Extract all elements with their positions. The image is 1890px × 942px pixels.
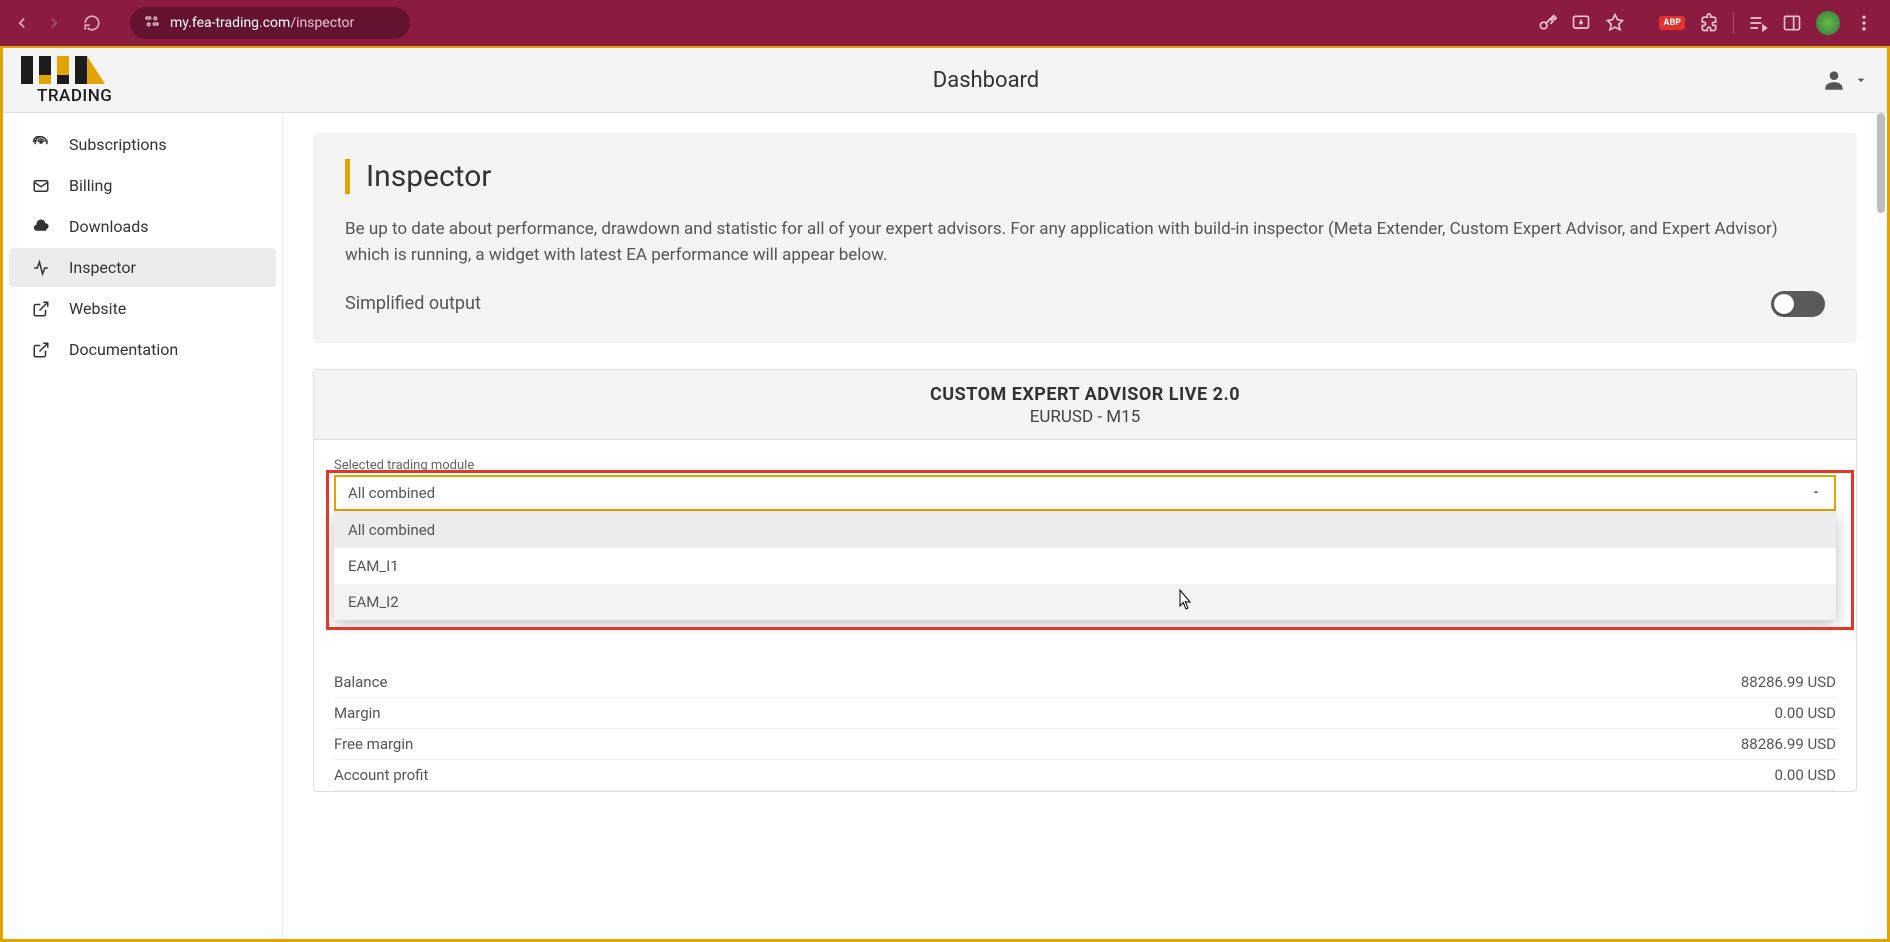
ea-subtitle: EURUSD - M15 [314, 407, 1856, 427]
url-path: /inspector [290, 15, 354, 31]
sidebar-item-downloads[interactable]: Downloads [9, 207, 276, 246]
ea-widget: CUSTOM EXPERT ADVISOR LIVE 2.0 EURUSD - … [313, 369, 1857, 792]
key-icon[interactable] [1537, 13, 1557, 33]
bookmark-star-icon[interactable] [1605, 13, 1625, 33]
stat-row: Free margin88286.99 USD [334, 729, 1836, 760]
ea-title: CUSTOM EXPERT ADVISOR LIVE 2.0 [314, 384, 1856, 405]
sidebar-item-label: Billing [69, 176, 112, 195]
sidebar-item-subscriptions[interactable]: Subscriptions [9, 125, 276, 164]
dropdown-option[interactable]: All combined [334, 512, 1836, 548]
sidebar-item-label: Website [69, 299, 126, 318]
stats-table: Balance88286.99 USD Margin0.00 USD Free … [334, 667, 1836, 791]
simplified-output-label: Simplified output [345, 293, 481, 314]
sidebar-item-website[interactable]: Website [9, 289, 276, 328]
logo-text: TRADING [37, 86, 112, 106]
sidebar-item-label: Downloads [69, 217, 148, 236]
stat-row: Account profit0.00 USD [334, 760, 1836, 791]
sidebar-item-label: Subscriptions [69, 135, 167, 154]
antenna-icon [31, 136, 51, 154]
dropdown-option[interactable]: EAM_I2 [334, 584, 1836, 620]
playlist-icon[interactable] [1748, 13, 1768, 33]
stat-row: Margin0.00 USD [334, 698, 1836, 729]
activity-icon [31, 259, 51, 277]
open-external-icon [31, 341, 51, 359]
ea-header: CUSTOM EXPERT ADVISOR LIVE 2.0 EURUSD - … [314, 370, 1856, 440]
logo[interactable]: TRADING [21, 56, 151, 104]
scrollbar-thumb[interactable] [1877, 113, 1885, 213]
chevron-up-icon [1810, 484, 1822, 502]
select-label: Selected trading module [334, 458, 1836, 473]
forward-button[interactable] [42, 11, 66, 35]
page-title: Dashboard [151, 68, 1821, 93]
back-button[interactable] [10, 11, 34, 35]
trading-module-select[interactable]: All combined [334, 475, 1836, 511]
site-settings-icon[interactable] [144, 13, 160, 33]
cloud-download-icon [31, 218, 51, 236]
trading-module-dropdown: All combined EAM_I1 EAM_I2 [334, 512, 1836, 620]
stat-row: Balance88286.99 USD [334, 667, 1836, 698]
reload-button[interactable] [80, 11, 104, 35]
inspector-heading: Inspector [345, 159, 1825, 194]
simplified-output-toggle[interactable] [1771, 291, 1825, 317]
inspector-description: Be up to date about performance, drawdow… [345, 216, 1825, 269]
kebab-menu-icon[interactable] [1854, 13, 1874, 33]
profile-avatar[interactable] [1816, 11, 1840, 35]
sidebar-item-label: Inspector [69, 258, 136, 277]
app-header: TRADING Dashboard [3, 48, 1887, 113]
inspector-intro-card: Inspector Be up to date about performanc… [313, 133, 1857, 343]
extensions-icon[interactable] [1699, 13, 1719, 33]
sidepanel-icon[interactable] [1782, 13, 1802, 33]
sidebar-item-inspector[interactable]: Inspector [9, 248, 276, 287]
open-external-icon [31, 300, 51, 318]
sidebar: Subscriptions Billing Downloads Inspecto… [3, 113, 283, 939]
select-value: All combined [348, 484, 435, 502]
sidebar-item-billing[interactable]: Billing [9, 166, 276, 205]
main-content: Inspector Be up to date about performanc… [283, 113, 1887, 939]
sidebar-item-label: Documentation [69, 340, 178, 359]
address-bar[interactable]: my.fea-trading.com/inspector [130, 7, 410, 39]
install-icon[interactable] [1571, 13, 1591, 33]
abp-extension-icon[interactable]: ABP [1659, 16, 1685, 30]
mail-icon [31, 177, 51, 195]
user-menu[interactable] [1821, 67, 1869, 93]
url-domain: my.fea-trading.com [170, 15, 290, 31]
browser-toolbar: my.fea-trading.com/inspector ABP [0, 0, 1890, 46]
sidebar-item-documentation[interactable]: Documentation [9, 330, 276, 369]
dropdown-option[interactable]: EAM_I1 [334, 548, 1836, 584]
